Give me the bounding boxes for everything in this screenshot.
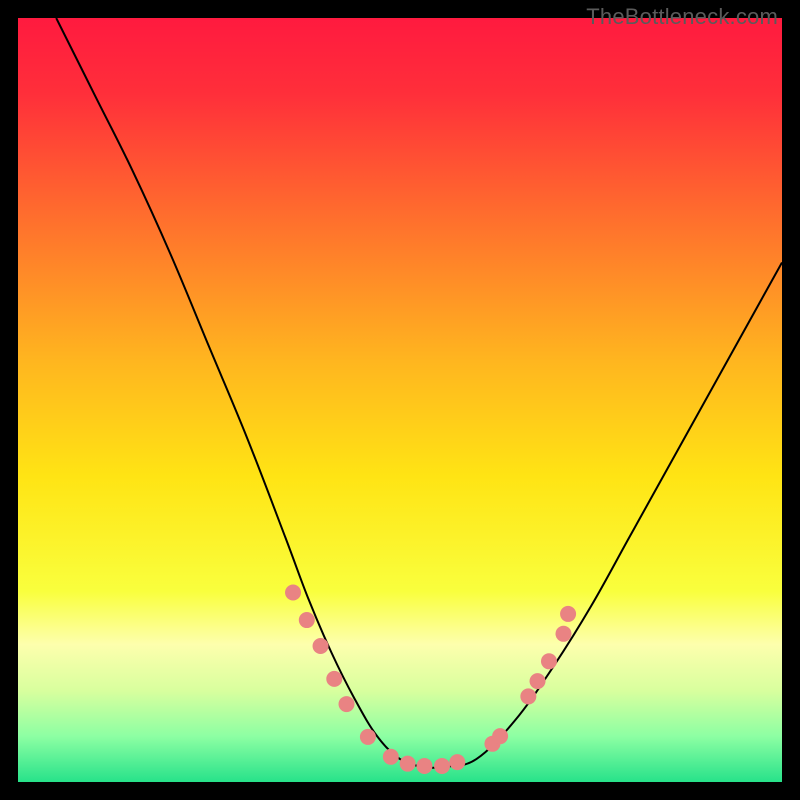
highlight-dot — [555, 626, 571, 642]
highlight-dot — [326, 671, 342, 687]
gradient-background — [18, 18, 782, 782]
plot-frame — [18, 18, 782, 782]
watermark-text: TheBottleneck.com — [586, 4, 778, 30]
highlight-dot — [492, 728, 508, 744]
bottleneck-chart — [18, 18, 782, 782]
highlight-dot — [313, 638, 329, 654]
highlight-dot — [400, 756, 416, 772]
highlight-dot — [360, 729, 376, 745]
highlight-dot — [285, 585, 301, 601]
highlight-dot — [520, 688, 536, 704]
highlight-dot — [416, 758, 432, 774]
highlight-dot — [434, 758, 450, 774]
highlight-dot — [560, 606, 576, 622]
highlight-dot — [530, 673, 546, 689]
highlight-dot — [383, 749, 399, 765]
highlight-dot — [299, 612, 315, 628]
highlight-dot — [541, 653, 557, 669]
highlight-dot — [339, 696, 355, 712]
highlight-dot — [449, 754, 465, 770]
